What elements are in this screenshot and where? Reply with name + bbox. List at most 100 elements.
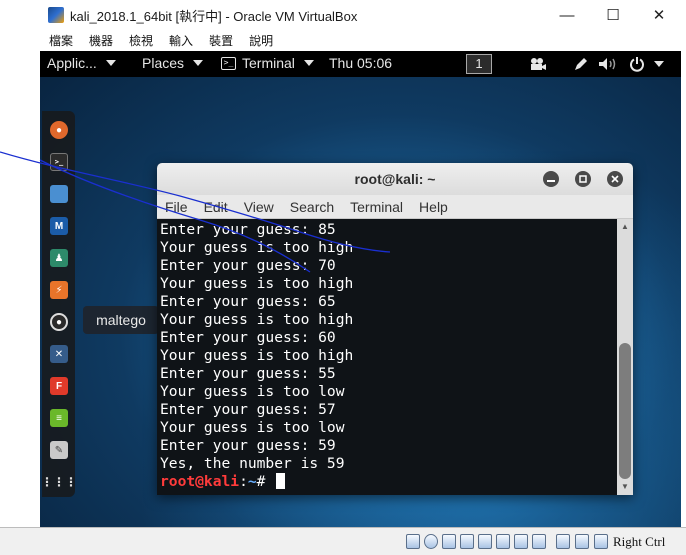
scroll-up-arrow-icon[interactable]: ▲ xyxy=(617,221,633,233)
metasploit-icon[interactable]: M xyxy=(50,217,68,235)
terminal-menu-edit[interactable]: Edit xyxy=(196,199,236,215)
usb-icon[interactable] xyxy=(442,534,456,549)
terminal-line: Your guess is too high xyxy=(160,275,354,292)
host-window-title: kali_2018.1_64bit [執行中] - Oracle VM Virt… xyxy=(70,8,358,24)
dash-dock: ● >_ M ♟ ⚡ ● ✕ F ≡ ✎ ⋮⋮⋮ xyxy=(41,111,77,497)
minimize-icon xyxy=(547,180,555,182)
host-menubar: 檔案 機器 檢視 輸入 裝置 說明 xyxy=(0,30,686,51)
network-icon[interactable] xyxy=(514,534,528,549)
terminal-line: Yes, the number is 59 xyxy=(160,455,345,472)
terminal-line: Enter your guess: 59 xyxy=(160,437,336,454)
scroll-down-arrow-icon[interactable]: ▼ xyxy=(617,481,633,493)
applications-menu[interactable]: Applic... xyxy=(47,55,116,71)
mouse-icon[interactable] xyxy=(575,534,589,549)
host-right-margin xyxy=(681,51,686,555)
terminal-line: Your guess is too low xyxy=(160,383,345,400)
places-label: Places xyxy=(142,55,185,71)
terminal-line: Your guess is too low xyxy=(160,419,345,436)
files-icon[interactable] xyxy=(50,185,68,203)
terminal-minimize-button[interactable] xyxy=(543,171,559,187)
cd-icon[interactable] xyxy=(424,534,438,549)
chevron-down-icon xyxy=(193,60,204,66)
host-menu-input[interactable]: 輸入 xyxy=(162,32,200,49)
prompt-separator: : xyxy=(239,473,248,490)
terminal-line: Your guess is too high xyxy=(160,311,354,328)
host-maximize-button[interactable]: ☐ xyxy=(590,0,636,30)
recording-icon[interactable] xyxy=(532,534,546,549)
terminal-icon: >_ xyxy=(221,56,236,70)
display-icon[interactable] xyxy=(496,534,510,549)
terminal-maximize-button[interactable] xyxy=(575,171,591,187)
prompt-symbol: # xyxy=(256,473,275,490)
cpu-icon[interactable] xyxy=(556,534,570,549)
terminal-line: Enter your guess: 55 xyxy=(160,365,336,382)
faraday-icon[interactable]: F xyxy=(50,377,68,395)
chevron-down-icon[interactable] xyxy=(654,61,664,67)
power-icon[interactable] xyxy=(629,55,645,73)
chevron-down-icon xyxy=(105,60,116,66)
applications-label: Applic... xyxy=(47,55,97,71)
terminal-close-button[interactable] xyxy=(607,171,623,187)
terminal-menu-search[interactable]: Search xyxy=(282,199,342,215)
armitage-icon[interactable]: ♟ xyxy=(50,249,68,267)
arrow-icon[interactable] xyxy=(594,534,608,549)
terminal-line: Your guess is too high xyxy=(160,239,354,256)
terminal-scrollbar[interactable]: ▲ ▼ xyxy=(617,219,633,495)
pen-icon[interactable] xyxy=(478,534,492,549)
terminal-menu-file[interactable]: File xyxy=(157,199,196,215)
beef-icon[interactable]: ✕ xyxy=(50,345,68,363)
dock-tooltip: maltego xyxy=(83,306,159,334)
host-status-bar: Right Ctrl xyxy=(0,527,686,555)
terminal-menu-view[interactable]: View xyxy=(236,199,282,215)
prompt-user-host: root@kali xyxy=(160,473,240,490)
chevron-down-icon xyxy=(303,60,314,66)
terminal-menu-terminal[interactable]: Terminal xyxy=(342,199,411,215)
text-cursor xyxy=(276,473,286,489)
terminal-prompt-line[interactable]: root@kali:~# xyxy=(160,473,617,491)
prompt-path: ~ xyxy=(247,473,257,490)
burpsuite-icon[interactable]: ⚡ xyxy=(50,281,68,299)
host-key-label: Right Ctrl xyxy=(613,534,666,549)
host-minimize-button[interactable]: — xyxy=(544,0,590,30)
hdd-icon[interactable] xyxy=(406,534,420,549)
terminal-line: Enter your guess: 85 xyxy=(160,221,336,238)
maltego-icon[interactable]: ● xyxy=(50,313,68,331)
terminal-icon[interactable]: >_ xyxy=(50,153,68,171)
host-menu-view[interactable]: 檢視 xyxy=(122,32,160,49)
pen-icon[interactable] xyxy=(573,55,589,73)
terminal-titlebar[interactable]: root@kali: ~ xyxy=(157,163,633,195)
close-icon xyxy=(611,175,619,183)
host-close-button[interactable]: ✕ xyxy=(636,0,682,30)
terminal-output[interactable]: Enter your guess: 85 Your guess is too h… xyxy=(157,219,617,495)
places-menu[interactable]: Places xyxy=(142,55,204,71)
show-apps-icon[interactable]: ⋮⋮⋮ xyxy=(41,473,77,491)
terminal-menu-help[interactable]: Help xyxy=(411,199,456,215)
notes-icon[interactable]: ≡ xyxy=(50,409,68,427)
terminal-menubar: File Edit View Search Terminal Help xyxy=(157,195,633,219)
terminal-line: Enter your guess: 70 xyxy=(160,257,336,274)
active-app-label: Terminal xyxy=(242,55,295,71)
host-menu-help[interactable]: 說明 xyxy=(242,32,280,49)
host-left-margin xyxy=(0,51,40,555)
clock[interactable]: Thu 05:06 xyxy=(329,55,392,71)
clock-label: Thu 05:06 xyxy=(329,55,393,71)
scrollbar-thumb[interactable] xyxy=(619,343,631,479)
gnome-top-bar: Applic... Places >_ Terminal Thu 05:06 1 xyxy=(40,51,681,77)
virtualbox-icon xyxy=(48,7,64,23)
host-menu-devices[interactable]: 裝置 xyxy=(202,32,240,49)
terminal-line: Enter your guess: 65 xyxy=(160,293,336,310)
leafpad-icon[interactable]: ✎ xyxy=(50,441,68,459)
workspace-indicator[interactable]: 1 xyxy=(466,54,492,74)
volume-icon[interactable] xyxy=(598,55,618,73)
host-menu-file[interactable]: 檔案 xyxy=(42,32,80,49)
guest-desktop[interactable]: Applic... Places >_ Terminal Thu 05:06 1 xyxy=(40,51,681,527)
terminal-window[interactable]: root@kali: ~ File Edit View Search Termi… xyxy=(157,163,633,495)
host-titlebar: kali_2018.1_64bit [執行中] - Oracle VM Virt… xyxy=(0,0,686,30)
terminal-line: Enter your guess: 60 xyxy=(160,329,336,346)
terminal-line: Your guess is too high xyxy=(160,347,354,364)
firefox-icon[interactable]: ● xyxy=(50,121,68,139)
active-app-menu[interactable]: >_ Terminal xyxy=(221,55,314,71)
shared-folder-icon[interactable] xyxy=(460,534,474,549)
video-camera-icon[interactable] xyxy=(529,55,547,73)
host-menu-machine[interactable]: 機器 xyxy=(82,32,120,49)
